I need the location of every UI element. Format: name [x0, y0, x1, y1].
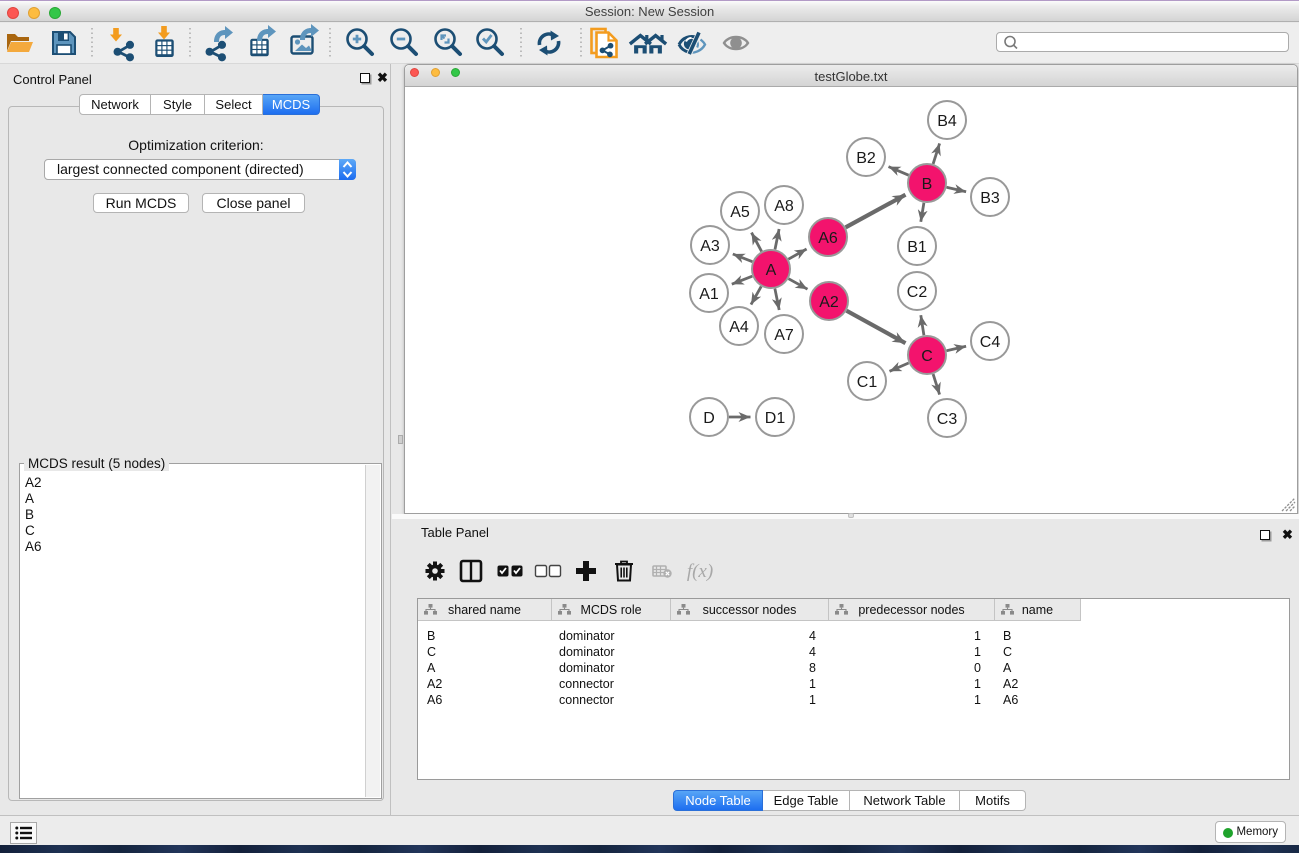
svg-text:C4: C4 [980, 334, 1001, 351]
svg-text:A5: A5 [730, 204, 750, 221]
svg-text:A1: A1 [699, 286, 719, 303]
svg-text:A8: A8 [774, 198, 794, 215]
svg-text:A4: A4 [729, 319, 749, 336]
svg-text:B1: B1 [907, 239, 927, 256]
svg-text:C1: C1 [857, 374, 878, 391]
svg-text:A6: A6 [818, 230, 838, 247]
svg-text:f(x): f(x) [687, 561, 713, 582]
svg-text:C: C [921, 348, 933, 365]
svg-text:D: D [703, 410, 715, 427]
svg-text:B4: B4 [937, 113, 957, 130]
svg-text:A2: A2 [819, 294, 839, 311]
svg-text:A3: A3 [700, 238, 720, 255]
svg-text:A: A [766, 262, 777, 279]
svg-text:B: B [922, 176, 933, 193]
svg-text:D1: D1 [765, 410, 786, 427]
svg-text:A7: A7 [774, 327, 794, 344]
svg-text:C2: C2 [907, 284, 928, 301]
svg-text:B3: B3 [980, 190, 1000, 207]
svg-text:B2: B2 [856, 150, 876, 167]
svg-text:C3: C3 [937, 411, 958, 428]
